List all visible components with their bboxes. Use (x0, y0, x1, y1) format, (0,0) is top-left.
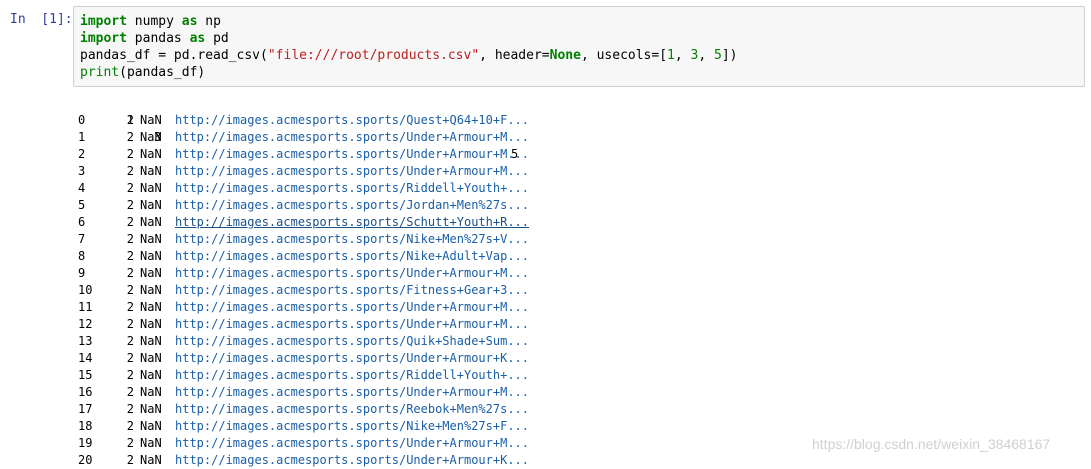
image-url-link[interactable]: http://images.acmesports.sports/Nike+Men… (175, 231, 529, 248)
image-url-link[interactable]: http://images.acmesports.sports/Reebok+M… (175, 401, 529, 418)
row-index: 19 (78, 436, 93, 450)
image-url-link[interactable]: http://images.acmesports.sports/Nike+Adu… (175, 248, 529, 265)
cell-col-3: NaN (140, 351, 162, 365)
cell-col-1: 2 (126, 249, 134, 263)
row-index: 5 (78, 198, 86, 212)
row-index: 4 (78, 181, 86, 195)
row-index: 2 (78, 147, 86, 161)
code-editor[interactable]: import numpy as np import pandas as pd p… (73, 6, 1085, 87)
cell-col-3: NaN (140, 368, 162, 382)
image-url-link[interactable]: http://images.acmesports.sports/Under+Ar… (175, 384, 529, 401)
cell-col-1: 2 (126, 147, 134, 161)
image-url-link[interactable]: http://images.acmesports.sports/Riddell+… (175, 367, 529, 384)
row-index: 14 (78, 351, 93, 365)
cell-col-1: 2 (126, 436, 134, 450)
image-url-link[interactable]: http://images.acmesports.sports/Quest+Q6… (175, 112, 529, 129)
cell-col-3: NaN (140, 181, 162, 195)
image-url-link[interactable]: http://images.acmesports.sports/Under+Ar… (175, 265, 529, 282)
row-index: 16 (78, 385, 93, 399)
image-url-link[interactable]: http://images.acmesports.sports/Riddell+… (175, 180, 529, 197)
row-index: 18 (78, 419, 93, 433)
cell-col-1: 2 (126, 300, 134, 314)
cell-col-3: NaN (140, 402, 162, 416)
cell-col-3: NaN (140, 147, 162, 161)
cell-col-1: 2 (126, 164, 134, 178)
image-url-link[interactable]: http://images.acmesports.sports/Under+Ar… (175, 435, 529, 452)
output-header-row: 1 3 5 (78, 95, 518, 161)
image-url-link[interactable]: http://images.acmesports.sports/Nike+Men… (175, 418, 529, 435)
cell-col-3: NaN (140, 300, 162, 314)
row-index: 8 (78, 249, 86, 263)
code-line-1: import numpy as np (80, 14, 221, 29)
cell-col-3: NaN (140, 419, 162, 433)
image-url-link[interactable]: http://images.acmesports.sports/Under+Ar… (175, 129, 529, 146)
row-index: 3 (78, 164, 86, 178)
cell-col-1: 2 (126, 198, 134, 212)
image-url-link[interactable]: http://images.acmesports.sports/Jordan+M… (175, 197, 529, 214)
cell-col-1: 2 (126, 283, 134, 297)
row-index: 13 (78, 334, 93, 348)
cell-col-1: 2 (126, 334, 134, 348)
image-url-link[interactable]: http://images.acmesports.sports/Under+Ar… (175, 163, 529, 180)
cell-col-3: NaN (140, 436, 162, 450)
notebook-code-cell: In [1]: import numpy as np import pandas… (0, 0, 1091, 467)
cell-col-3: NaN (140, 232, 162, 246)
input-prompt: In [1]: (10, 12, 73, 27)
cell-col-1: 2 (126, 351, 134, 365)
cell-col-3: NaN (140, 317, 162, 331)
cell-col-1: 2 (126, 453, 134, 467)
cell-col-3: NaN (140, 130, 162, 144)
code-line-2: import pandas as pd (80, 31, 229, 46)
cell-col-1: 2 (126, 113, 134, 127)
cell-col-3: NaN (140, 266, 162, 280)
cell-col-3: NaN (140, 198, 162, 212)
row-index: 9 (78, 266, 86, 280)
cell-col-1: 2 (126, 317, 134, 331)
row-index: 20 (78, 453, 93, 467)
cell-col-3: NaN (140, 215, 162, 229)
watermark: https://blog.csdn.net/weixin_38468167 (812, 436, 1051, 452)
row-index: 17 (78, 402, 93, 416)
row-index: 0 (78, 113, 86, 127)
row-index: 11 (78, 300, 93, 314)
image-url-link[interactable]: http://images.acmesports.sports/Schutt+Y… (175, 214, 529, 231)
cell-col-1: 2 (126, 368, 134, 382)
image-url-link[interactable]: http://images.acmesports.sports/Quik+Sha… (175, 333, 529, 350)
row-index: 7 (78, 232, 86, 246)
row-index: 1 (78, 130, 86, 144)
row-index: 15 (78, 368, 93, 382)
row-index: 12 (78, 317, 93, 331)
image-url-link[interactable]: http://images.acmesports.sports/Under+Ar… (175, 299, 529, 316)
cell-col-1: 2 (126, 402, 134, 416)
code-line-4: print(pandas_df) (80, 65, 206, 80)
cell-col-3: NaN (140, 334, 162, 348)
row-index: 6 (78, 215, 86, 229)
cell-col-1: 2 (126, 215, 134, 229)
cell-col-3: NaN (140, 385, 162, 399)
image-url-link[interactable]: http://images.acmesports.sports/Fitness+… (175, 282, 529, 299)
cell-col-1: 2 (126, 181, 134, 195)
cell-col-3: NaN (140, 453, 162, 467)
image-url-link[interactable]: http://images.acmesports.sports/Under+Ar… (175, 146, 529, 163)
code-line-3: pandas_df = pd.read_csv("file:///root/pr… (80, 48, 738, 63)
cell-col-3: NaN (140, 249, 162, 263)
cell-col-1: 2 (126, 266, 134, 280)
cell-col-1: 2 (126, 130, 134, 144)
image-url-link[interactable]: http://images.acmesports.sports/Under+Ar… (175, 452, 529, 469)
row-index: 10 (78, 283, 93, 297)
cell-col-1: 2 (126, 232, 134, 246)
cell-col-1: 2 (126, 419, 134, 433)
image-url-link[interactable]: http://images.acmesports.sports/Under+Ar… (175, 316, 529, 333)
cell-col-3: NaN (140, 164, 162, 178)
image-url-link[interactable]: http://images.acmesports.sports/Under+Ar… (175, 350, 529, 367)
cell-col-3: NaN (140, 113, 162, 127)
cell-col-3: NaN (140, 283, 162, 297)
cell-col-1: 2 (126, 385, 134, 399)
